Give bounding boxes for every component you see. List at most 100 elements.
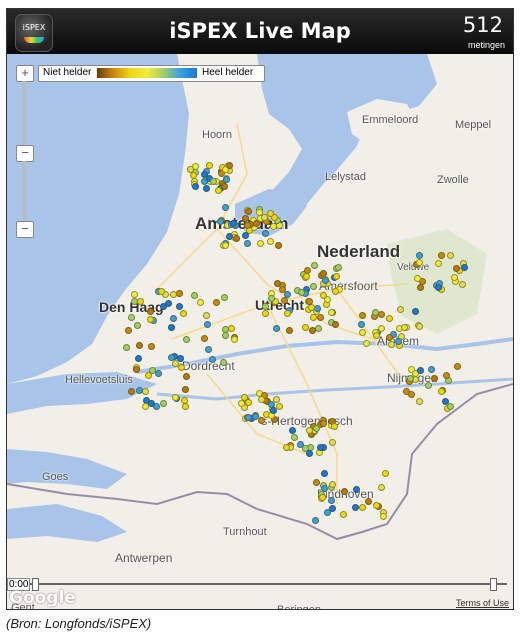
measurement-dot[interactable] xyxy=(167,323,175,331)
measurement-dot[interactable] xyxy=(273,324,281,332)
measurement-dot[interactable] xyxy=(357,320,365,328)
measurement-dot[interactable] xyxy=(127,313,135,321)
measurement-dot[interactable] xyxy=(306,297,314,305)
measurement-dot[interactable] xyxy=(208,355,216,363)
timeline-end-handle[interactable] xyxy=(490,578,497,591)
measurement-dot[interactable] xyxy=(158,287,166,295)
measurement-dot[interactable] xyxy=(244,414,252,421)
measurement-dot[interactable] xyxy=(154,369,162,377)
measurement-dot[interactable] xyxy=(226,232,234,240)
measurement-dot[interactable] xyxy=(330,422,338,430)
measurement-dot[interactable] xyxy=(144,371,152,379)
measurement-dot[interactable] xyxy=(318,493,326,501)
measurement-dot[interactable] xyxy=(407,374,414,382)
measurement-dot[interactable] xyxy=(339,510,347,518)
terms-of-use-link[interactable]: Terms of Use xyxy=(456,598,509,608)
measurement-dot[interactable] xyxy=(328,438,336,446)
measurement-dot[interactable] xyxy=(305,449,313,457)
measurement-dot[interactable] xyxy=(171,394,179,402)
measurement-dot[interactable] xyxy=(446,252,454,260)
measurement-dot[interactable] xyxy=(133,365,141,373)
measurement-dot[interactable] xyxy=(309,283,317,290)
measurement-dot[interactable] xyxy=(244,221,251,229)
measurement-dot[interactable] xyxy=(270,406,278,414)
measurement-dot[interactable] xyxy=(378,324,385,332)
measurement-dot[interactable] xyxy=(334,263,342,271)
measurement-dot[interactable] xyxy=(170,314,178,322)
measurement-dot[interactable] xyxy=(415,397,423,405)
measurement-dot[interactable] xyxy=(311,261,319,269)
measurement-dot[interactable] xyxy=(317,443,325,451)
measurement-dot[interactable] xyxy=(328,504,336,512)
measurement-dot[interactable] xyxy=(202,184,210,192)
measurement-dot[interactable] xyxy=(386,314,394,322)
measurement-dot[interactable] xyxy=(372,332,380,339)
measurement-dot[interactable] xyxy=(221,203,229,211)
measurement-dot[interactable] xyxy=(241,231,249,239)
measurement-dot[interactable] xyxy=(407,366,415,373)
measurement-dot[interactable] xyxy=(229,219,237,227)
measurement-dot[interactable] xyxy=(257,395,265,403)
measurement-dot[interactable] xyxy=(256,239,264,247)
measurement-dot[interactable] xyxy=(204,345,212,353)
measurement-dot[interactable] xyxy=(372,501,380,509)
measurement-dot[interactable] xyxy=(275,241,283,249)
measurement-dot[interactable] xyxy=(425,381,433,389)
measurement-dot[interactable] xyxy=(415,259,423,267)
measurement-dot[interactable] xyxy=(135,354,143,362)
measurement-dot[interactable] xyxy=(125,326,133,334)
measurement-dot[interactable] xyxy=(127,387,135,395)
measurement-dot[interactable] xyxy=(319,419,327,427)
measurement-dot[interactable] xyxy=(450,273,458,281)
measurement-dot[interactable] xyxy=(358,504,366,511)
measurement-dot[interactable] xyxy=(180,309,187,317)
measurement-dot[interactable] xyxy=(142,387,150,395)
zoom-slider-handle[interactable]: − xyxy=(16,145,34,162)
measurement-dot[interactable] xyxy=(385,333,393,341)
measurement-dot[interactable] xyxy=(283,309,291,317)
measurement-dot[interactable] xyxy=(320,291,327,299)
measurement-dot[interactable] xyxy=(220,182,228,190)
measurement-dot[interactable] xyxy=(146,315,154,323)
measurement-dot[interactable] xyxy=(302,273,310,280)
measurement-dot[interactable] xyxy=(131,290,139,298)
measurement-dot[interactable] xyxy=(415,251,423,259)
measurement-dot[interactable] xyxy=(270,222,277,230)
measurement-dot[interactable] xyxy=(181,396,189,404)
measurement-dot[interactable] xyxy=(261,229,269,237)
measurement-dot[interactable] xyxy=(189,171,197,179)
measurement-dot[interactable] xyxy=(200,334,208,342)
measurement-dot[interactable] xyxy=(333,272,341,280)
measurement-dot[interactable] xyxy=(397,305,405,313)
measurement-dot[interactable] xyxy=(266,210,274,218)
measurement-dot[interactable] xyxy=(244,239,252,247)
zoom-track[interactable] xyxy=(23,161,26,221)
measurement-dot[interactable] xyxy=(196,298,204,306)
measurement-dot[interactable] xyxy=(394,337,402,345)
measurement-dot[interactable] xyxy=(411,307,419,315)
measurement-dot[interactable] xyxy=(297,289,305,296)
measurement-dot[interactable] xyxy=(219,358,227,366)
measurement-dot[interactable] xyxy=(442,371,450,379)
measurement-dot[interactable] xyxy=(221,293,228,301)
measurement-dot[interactable] xyxy=(331,321,339,329)
measurement-dot[interactable] xyxy=(308,326,316,334)
measurement-dot[interactable] xyxy=(309,314,317,322)
measurement-dot[interactable] xyxy=(289,426,296,434)
measurement-dot[interactable] xyxy=(183,335,190,343)
measurement-dot[interactable] xyxy=(387,341,395,348)
measurement-dot[interactable] xyxy=(181,385,189,393)
zoom-in-button[interactable]: + xyxy=(16,65,34,82)
measurement-dot[interactable] xyxy=(282,444,290,452)
measurement-dot[interactable] xyxy=(190,292,198,300)
measurement-dot[interactable] xyxy=(122,343,130,351)
measurement-dot[interactable] xyxy=(221,331,229,339)
measurement-dot[interactable] xyxy=(434,259,442,267)
measurement-dot[interactable] xyxy=(313,478,321,486)
measurement-dot[interactable] xyxy=(290,433,298,441)
measurement-dot[interactable] xyxy=(358,311,366,319)
measurement-dot[interactable] xyxy=(305,426,313,434)
measurement-dot[interactable] xyxy=(268,294,276,302)
map-area[interactable]: Amsterdam Nederland Den Haag Utrecht Amersfo… xyxy=(7,54,513,609)
measurement-dot[interactable] xyxy=(351,504,359,512)
